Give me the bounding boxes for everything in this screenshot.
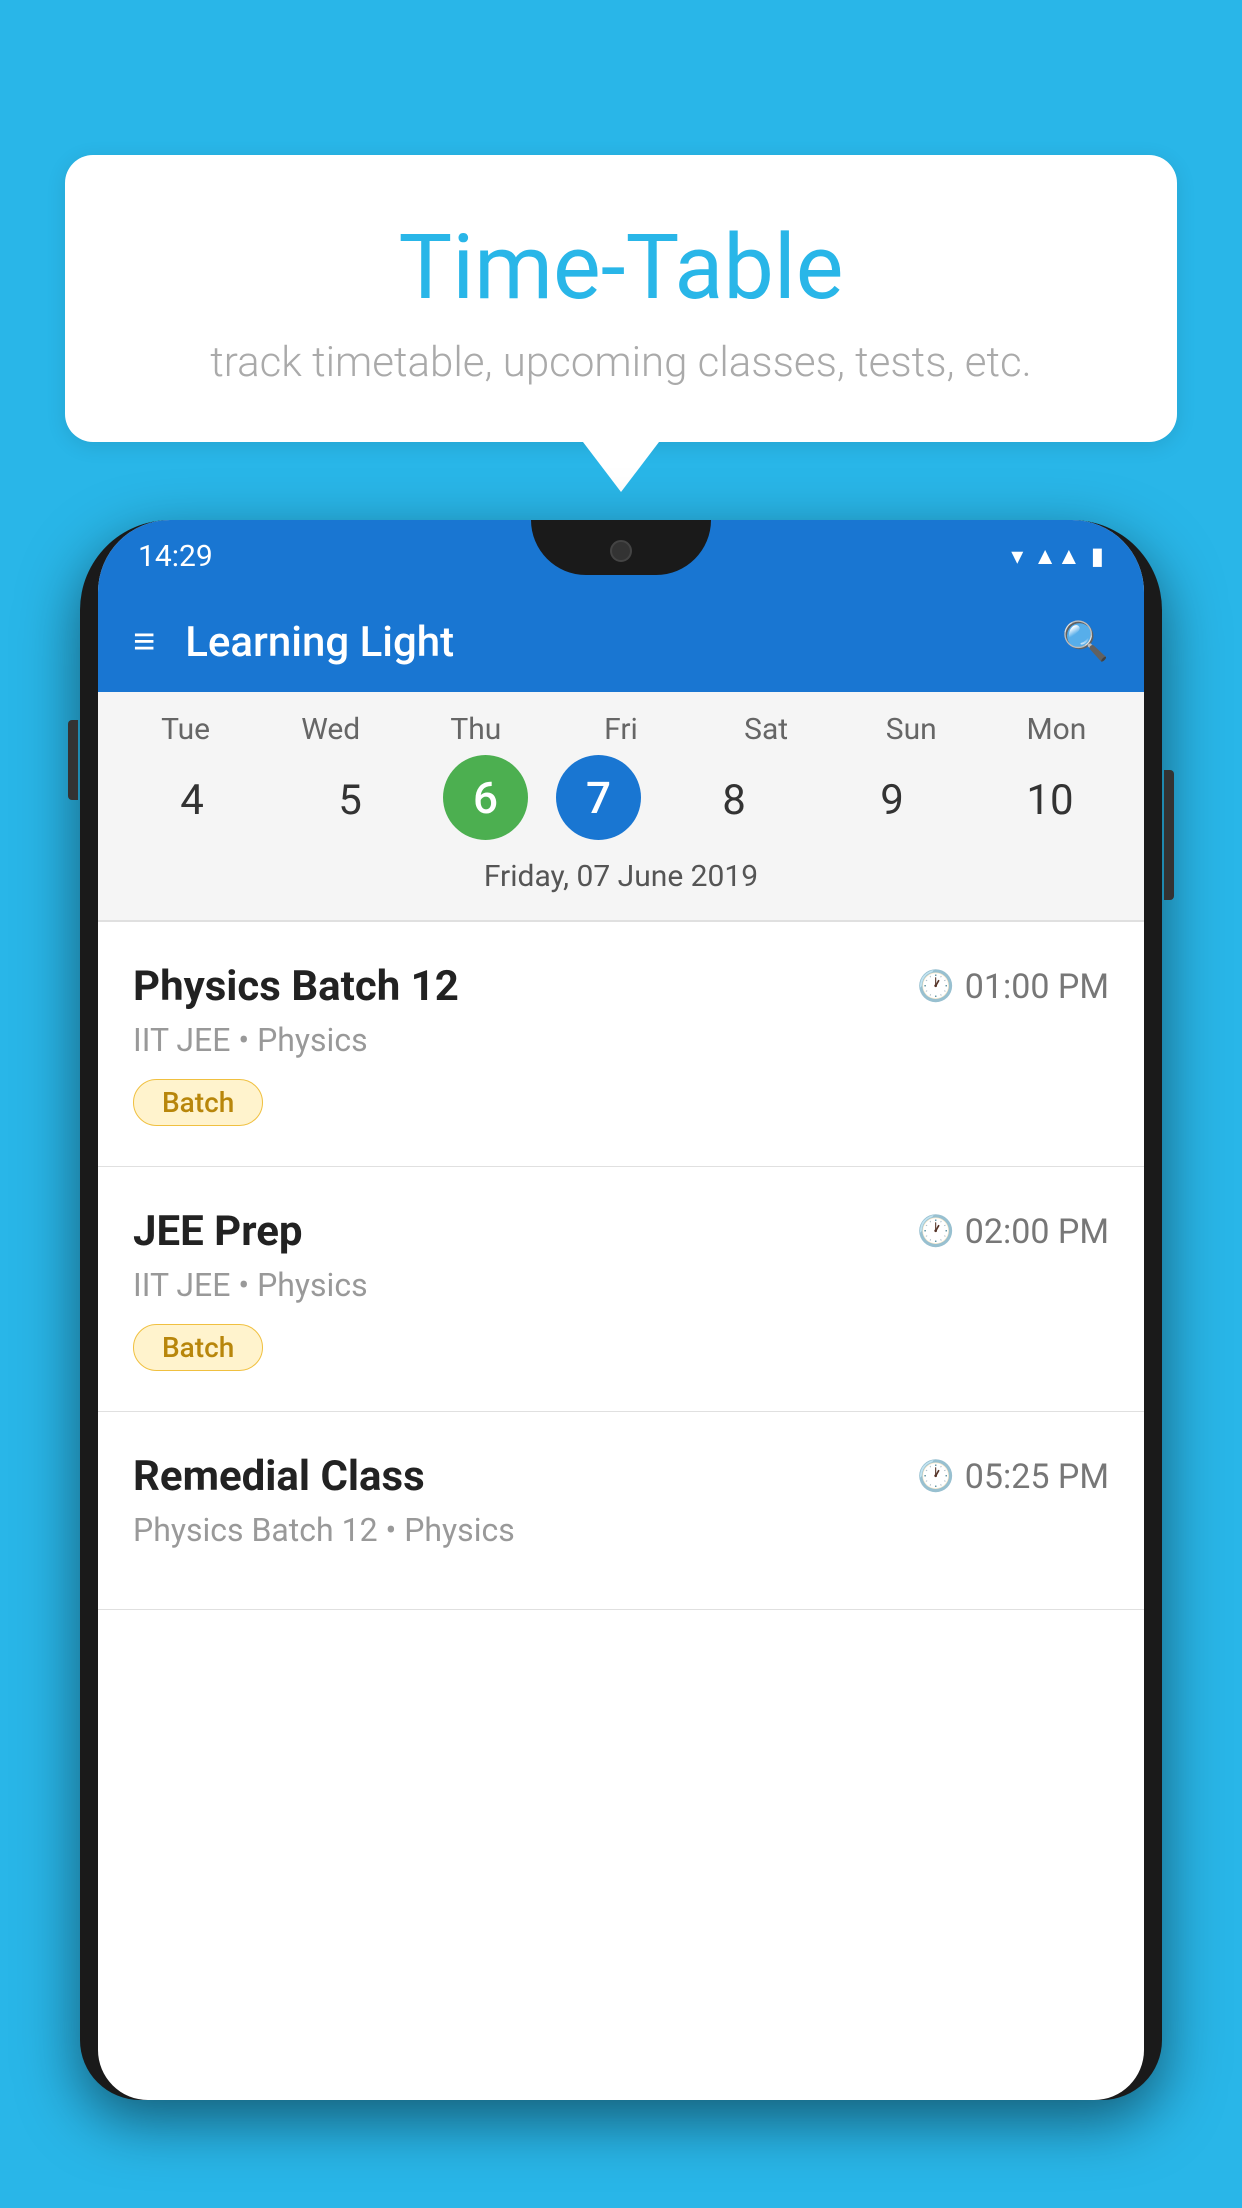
day-header-sun: Sun — [846, 712, 976, 747]
bubble-subtitle: track timetable, upcoming classes, tests… — [125, 338, 1117, 387]
day-header-fri: Fri — [556, 712, 686, 747]
day-9[interactable]: 9 — [827, 755, 957, 845]
wifi-icon: ▾ — [1011, 542, 1023, 570]
calendar-strip: Tue Wed Thu Fri Sat Sun Mon 4 5 6 7 8 9 … — [98, 692, 1144, 920]
day-8[interactable]: 8 — [669, 755, 799, 845]
day-header-wed: Wed — [266, 712, 396, 747]
day-7-selected[interactable]: 7 — [556, 755, 641, 840]
schedule-item-1-name: Physics Batch 12 — [133, 962, 459, 1011]
status-time: 14:29 — [138, 539, 213, 574]
schedule-item-3-time-text: 05:25 PM — [965, 1457, 1109, 1497]
clock-icon-2: 🕐 — [917, 1214, 954, 1249]
schedule-item-3-header: Remedial Class 🕐 05:25 PM — [133, 1452, 1109, 1501]
speech-bubble-container: Time-Table track timetable, upcoming cla… — [65, 155, 1177, 492]
day-headers: Tue Wed Thu Fri Sat Sun Mon — [98, 712, 1144, 747]
battery-icon: ▮ — [1091, 542, 1104, 570]
day-header-tue: Tue — [121, 712, 251, 747]
day-10[interactable]: 10 — [985, 755, 1115, 845]
schedule-item-1-header: Physics Batch 12 🕐 01:00 PM — [133, 962, 1109, 1011]
schedule-item-1-time-text: 01:00 PM — [965, 967, 1109, 1007]
schedule-item-2-time-text: 02:00 PM — [965, 1212, 1109, 1252]
selected-date-label: Friday, 07 June 2019 — [98, 859, 1144, 910]
schedule-item-2-time: 🕐 02:00 PM — [917, 1212, 1109, 1252]
schedule-item-1-time: 🕐 01:00 PM — [917, 967, 1109, 1007]
phone-mockup: 14:29 ▾ ▲▲ ▮ ≡ Learning Light 🔍 Tue Wed … — [80, 520, 1162, 2208]
batch-badge-2: Batch — [133, 1324, 263, 1371]
phone-screen: 14:29 ▾ ▲▲ ▮ ≡ Learning Light 🔍 Tue Wed … — [98, 520, 1144, 2100]
status-icons: ▾ ▲▲ ▮ — [1011, 542, 1104, 571]
clock-icon-1: 🕐 — [917, 969, 954, 1004]
schedule-item-1[interactable]: Physics Batch 12 🕐 01:00 PM IIT JEE • Ph… — [98, 922, 1144, 1167]
day-header-sat: Sat — [701, 712, 831, 747]
schedule-item-3[interactable]: Remedial Class 🕐 05:25 PM Physics Batch … — [98, 1412, 1144, 1610]
phone-outer: 14:29 ▾ ▲▲ ▮ ≡ Learning Light 🔍 Tue Wed … — [80, 520, 1162, 2100]
day-header-thu: Thu — [411, 712, 541, 747]
notch-camera — [610, 540, 632, 562]
app-title: Learning Light — [185, 618, 1061, 667]
day-6-today[interactable]: 6 — [443, 755, 528, 840]
schedule-item-2-header: JEE Prep 🕐 02:00 PM — [133, 1207, 1109, 1256]
bubble-title: Time-Table — [125, 215, 1117, 320]
app-bar: ≡ Learning Light 🔍 — [98, 592, 1144, 692]
schedule-list: Physics Batch 12 🕐 01:00 PM IIT JEE • Ph… — [98, 922, 1144, 1610]
signal-icon: ▲▲ — [1033, 542, 1081, 571]
schedule-item-3-name: Remedial Class — [133, 1452, 425, 1501]
day-5[interactable]: 5 — [285, 755, 415, 845]
phone-notch — [531, 520, 711, 575]
batch-badge-1: Batch — [133, 1079, 263, 1126]
search-icon[interactable]: 🔍 — [1062, 620, 1109, 664]
day-header-mon: Mon — [991, 712, 1121, 747]
bubble-arrow — [583, 442, 659, 492]
schedule-item-3-sub: Physics Batch 12 • Physics — [133, 1511, 1109, 1549]
schedule-item-2-sub: IIT JEE • Physics — [133, 1266, 1109, 1304]
speech-bubble: Time-Table track timetable, upcoming cla… — [65, 155, 1177, 442]
hamburger-menu-icon[interactable]: ≡ — [133, 620, 155, 664]
day-numbers: 4 5 6 7 8 9 10 — [98, 755, 1144, 845]
clock-icon-3: 🕐 — [917, 1459, 954, 1494]
schedule-item-2-name: JEE Prep — [133, 1207, 303, 1256]
day-4[interactable]: 4 — [127, 755, 257, 845]
schedule-item-3-time: 🕐 05:25 PM — [917, 1457, 1109, 1497]
schedule-item-2[interactable]: JEE Prep 🕐 02:00 PM IIT JEE • Physics Ba… — [98, 1167, 1144, 1412]
schedule-item-1-sub: IIT JEE • Physics — [133, 1021, 1109, 1059]
